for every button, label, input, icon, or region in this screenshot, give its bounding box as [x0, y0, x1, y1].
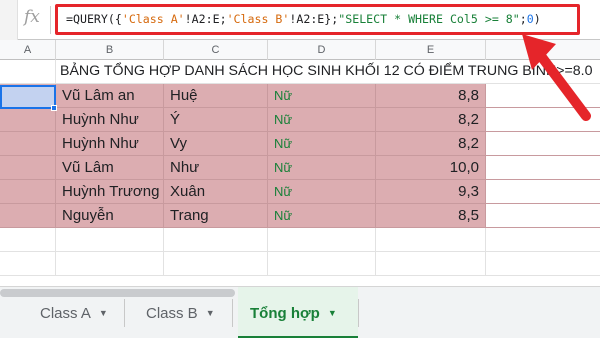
cell-gioi-tinh[interactable]: Nữ	[268, 180, 376, 203]
cell[interactable]	[0, 252, 56, 275]
horizontal-scrollbar[interactable]	[0, 289, 235, 297]
cell[interactable]	[164, 252, 268, 275]
cell[interactable]	[0, 60, 56, 83]
cell-diem[interactable]: 8,2	[376, 132, 486, 155]
cell-ten[interactable]: Huệ	[164, 84, 268, 107]
column-header-d[interactable]: D	[268, 40, 376, 60]
formula-range-a: !A2:E;	[184, 12, 227, 26]
cell-diem[interactable]: 9,3	[376, 180, 486, 203]
table-row	[0, 252, 600, 276]
cell[interactable]	[56, 252, 164, 275]
formula-close: )	[533, 12, 541, 26]
column-header-a[interactable]: A	[0, 40, 56, 60]
caret-down-icon[interactable]: ▼	[206, 308, 215, 318]
cell-ten[interactable]: Vy	[164, 132, 268, 155]
cell-ten[interactable]: Xuân	[164, 180, 268, 203]
column-header-e[interactable]: E	[376, 40, 486, 60]
formula-header-arg: 0	[526, 12, 534, 26]
table-row: Vũ Lâm Như Nữ 10,0	[0, 156, 600, 180]
cell[interactable]	[268, 228, 376, 251]
formula-func: =QUERY({	[66, 12, 122, 26]
cell[interactable]	[56, 228, 164, 251]
tab-tong-hop[interactable]: Tổng hợp ▼	[238, 287, 358, 338]
cell-diem[interactable]: 8,8	[376, 84, 486, 107]
tab-divider	[232, 299, 233, 327]
table-row: Huỳnh Như Vy Nữ 8,2	[0, 132, 600, 156]
cell-diem[interactable]: 8,5	[376, 204, 486, 227]
caret-down-icon[interactable]: ▼	[328, 308, 337, 318]
cell-ten[interactable]: Như	[164, 156, 268, 179]
cell-gioi-tinh[interactable]: Nữ	[268, 108, 376, 131]
formula-sheet-b: 'Class B'	[226, 12, 290, 26]
cell-gioi-tinh[interactable]: Nữ	[268, 204, 376, 227]
cell-ho[interactable]: Vũ Lâm an	[56, 84, 164, 107]
tab-divider	[358, 299, 359, 327]
red-arrow-icon	[522, 34, 591, 121]
cell-ho[interactable]: Nguyễn	[56, 204, 164, 227]
formula-sheet-a: 'Class A'	[121, 12, 185, 26]
fx-icon: fx	[24, 7, 40, 27]
cell[interactable]	[486, 252, 600, 275]
caret-down-icon[interactable]: ▼	[99, 308, 108, 318]
cell-ho[interactable]: Huỳnh Như	[56, 132, 164, 155]
table-row: Nguyễn Trang Nữ 8,5	[0, 204, 600, 228]
cell[interactable]	[486, 156, 600, 179]
cell[interactable]	[0, 204, 56, 227]
fill-handle[interactable]	[51, 105, 57, 111]
column-header-b[interactable]: B	[56, 40, 164, 60]
cell-diem[interactable]: 8,2	[376, 108, 486, 131]
tab-label: Class A	[40, 305, 91, 322]
tab-label: Tổng hợp	[250, 305, 320, 322]
formula-range-b: !A2:E};	[289, 12, 339, 26]
formula-semicolon: ;	[519, 12, 527, 26]
cell[interactable]	[0, 156, 56, 179]
name-box-edge	[0, 0, 18, 40]
cell[interactable]	[486, 228, 600, 251]
tab-label: Class B	[146, 305, 198, 322]
cell[interactable]	[164, 228, 268, 251]
cell-gioi-tinh[interactable]: Nữ	[268, 84, 376, 107]
cell-ho[interactable]: Huỳnh Trương	[56, 180, 164, 203]
table-row: Huỳnh Trương Xuân Nữ 9,3	[0, 180, 600, 204]
cell[interactable]	[486, 132, 600, 155]
cell-ten[interactable]: Ý	[164, 108, 268, 131]
cell[interactable]	[0, 108, 56, 131]
cell-ho[interactable]: Vũ Lâm	[56, 156, 164, 179]
cell-ten[interactable]: Trang	[164, 204, 268, 227]
cell[interactable]	[0, 180, 56, 203]
formula-separator	[50, 6, 51, 34]
formula-input[interactable]: =QUERY({'Class A'!A2:E;'Class B'!A2:E};"…	[55, 4, 580, 35]
cell[interactable]	[268, 252, 376, 275]
cell[interactable]	[0, 132, 56, 155]
cell-gioi-tinh[interactable]: Nữ	[268, 156, 376, 179]
column-header-c[interactable]: C	[164, 40, 268, 60]
formula-query-string: "SELECT * WHERE Col5 >= 8"	[338, 12, 520, 26]
cell[interactable]	[0, 228, 56, 251]
tab-divider	[124, 299, 125, 327]
cell-gioi-tinh[interactable]: Nữ	[268, 132, 376, 155]
cell-ho[interactable]: Huỳnh Như	[56, 108, 164, 131]
cell[interactable]	[376, 252, 486, 275]
cell[interactable]	[486, 180, 600, 203]
cell[interactable]	[376, 228, 486, 251]
cell[interactable]	[486, 204, 600, 227]
table-row	[0, 228, 600, 252]
selected-cell[interactable]	[0, 85, 56, 109]
cell-diem[interactable]: 10,0	[376, 156, 486, 179]
